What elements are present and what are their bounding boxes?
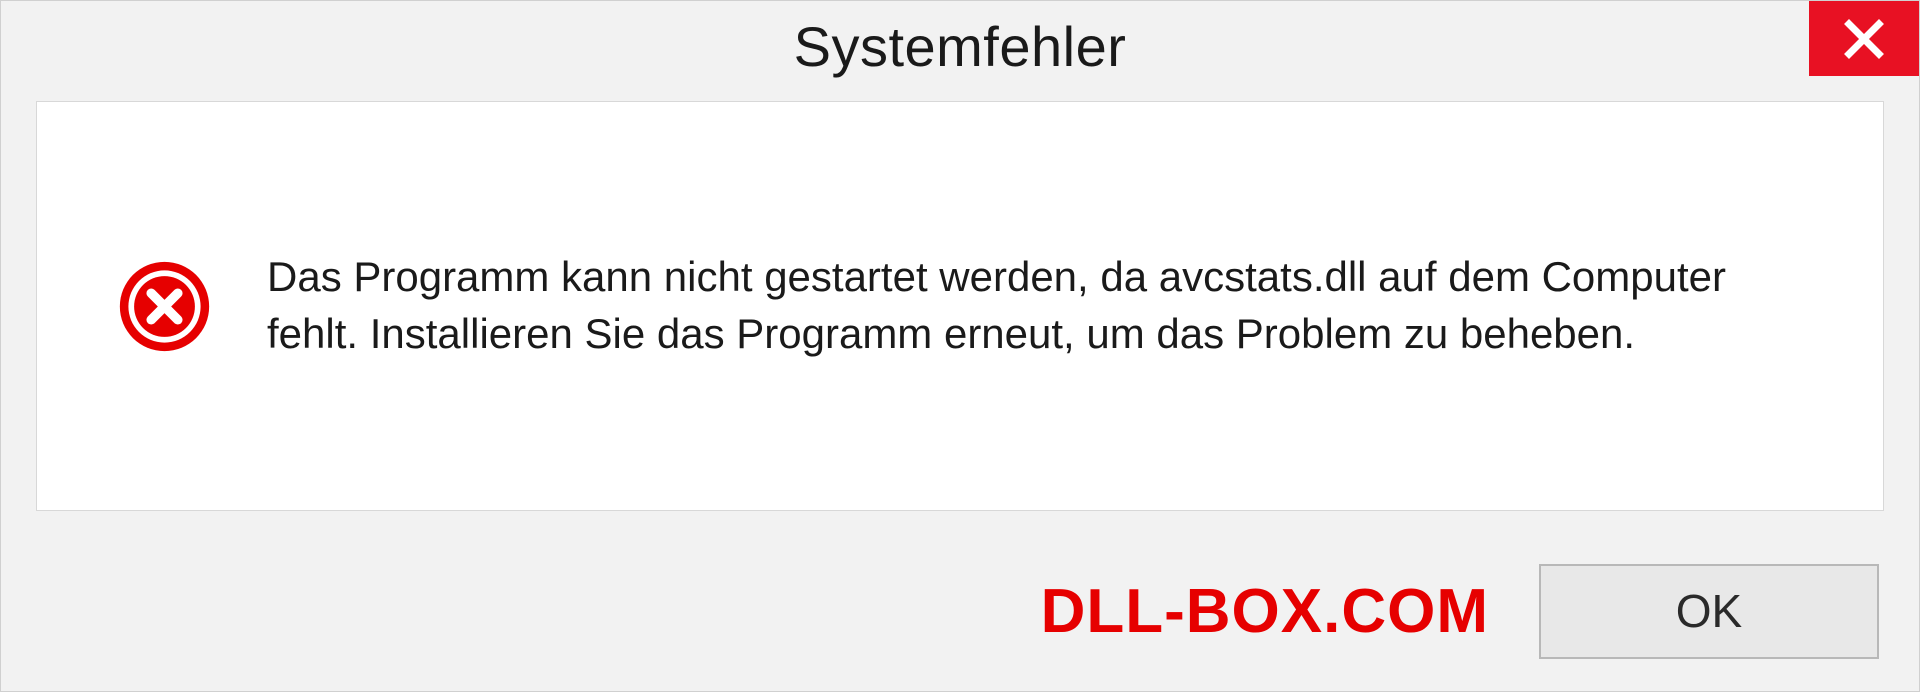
content-panel: Das Programm kann nicht gestartet werden… <box>36 101 1884 511</box>
title-bar: Systemfehler <box>1 1 1919 91</box>
dialog-title: Systemfehler <box>794 14 1127 79</box>
dialog-footer: DLL-BOX.COM OK <box>1 531 1919 691</box>
close-button[interactable] <box>1809 1 1919 76</box>
error-message: Das Programm kann nicht gestartet werden… <box>267 249 1833 362</box>
error-dialog: Systemfehler Das Programm kann nicht ges… <box>0 0 1920 692</box>
close-icon <box>1839 14 1889 64</box>
watermark-text: DLL-BOX.COM <box>1041 576 1489 647</box>
ok-button[interactable]: OK <box>1539 564 1879 659</box>
error-icon <box>117 259 212 354</box>
